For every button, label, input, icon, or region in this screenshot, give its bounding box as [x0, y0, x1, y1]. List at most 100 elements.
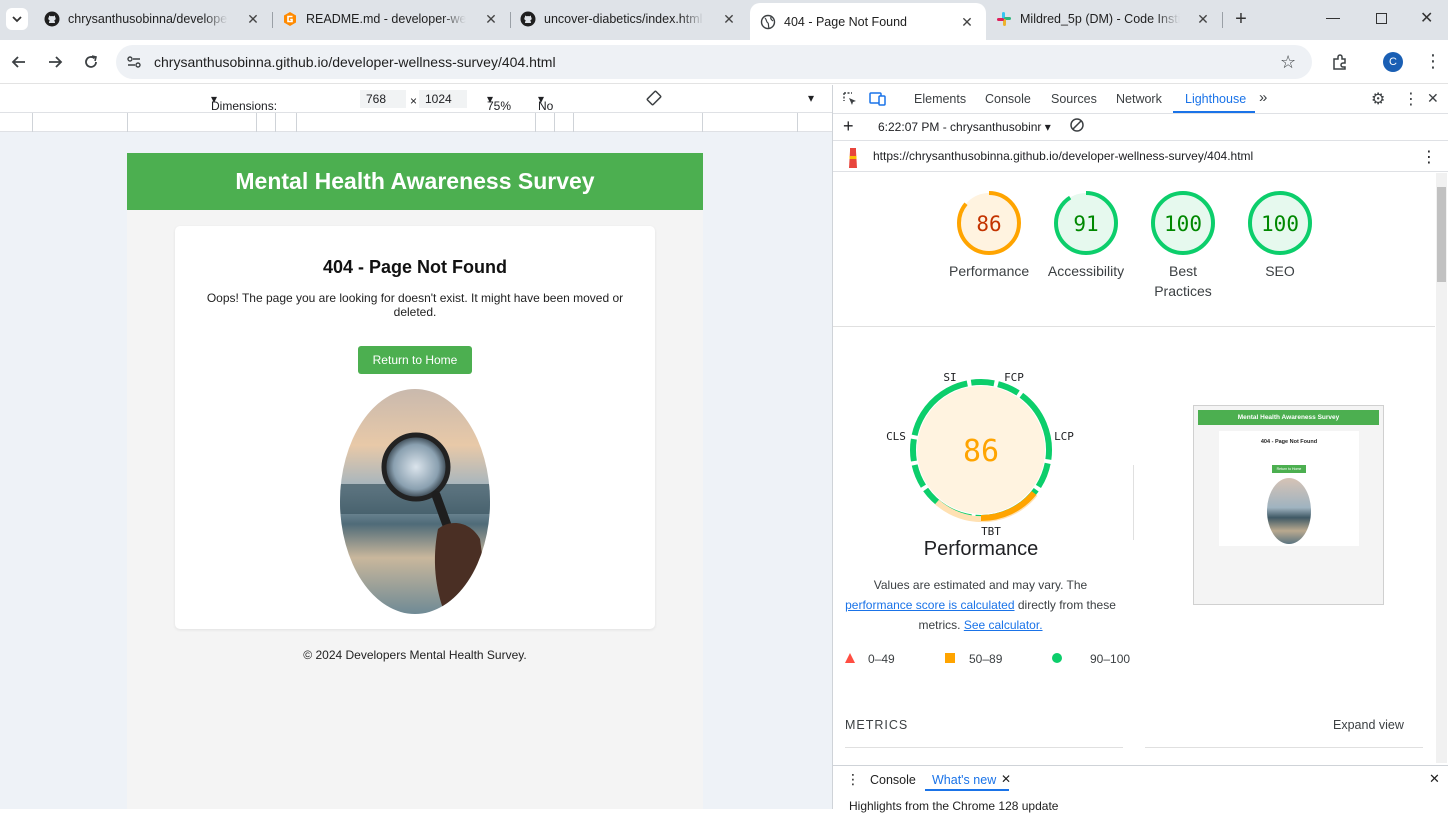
site-info-icon[interactable]	[126, 54, 142, 75]
report-scrollbar[interactable]	[1436, 173, 1447, 763]
drawer-headline: Highlights from the Chrome 128 update	[849, 799, 1059, 813]
gitpod-icon	[282, 11, 298, 27]
emulated-page: Mental Health Awareness Survey 404 - Pag…	[127, 153, 703, 809]
close-icon[interactable]: ✕	[482, 10, 500, 28]
score-value: 91	[1073, 212, 1098, 236]
tab-title: Mildred_5p (DM) - Code Institu	[1020, 12, 1180, 26]
report-time: 6:22:07 PM - chrysanthusobinr	[878, 120, 1042, 134]
tab-lighthouse[interactable]: Lighthouse	[1185, 92, 1246, 106]
globe-icon	[760, 14, 776, 30]
accessibility-gauge: 91	[1054, 191, 1118, 255]
device-height-input[interactable]: 1024	[419, 90, 467, 108]
address-url: chrysanthusobinna.github.io/developer-we…	[154, 54, 556, 70]
tab-network[interactable]: Network	[1116, 92, 1162, 106]
rotate-icon[interactable]	[645, 89, 663, 110]
devtools-menu-icon[interactable]: ⋮	[1403, 89, 1419, 109]
tab-search-button[interactable]	[6, 8, 28, 30]
clear-icon[interactable]	[1069, 117, 1085, 136]
github-icon	[44, 11, 60, 27]
throttling-dropdown[interactable]: No throttling ▾	[538, 92, 584, 127]
legend-range-pass: 90–100	[1090, 652, 1131, 666]
dimensions-dropdown[interactable]: Dimensions: iPad Mini ▾	[211, 92, 277, 127]
close-drawer-icon[interactable]: ✕	[1429, 771, 1440, 787]
close-icon[interactable]: ✕	[958, 13, 976, 31]
github-icon	[520, 11, 536, 27]
drawer-tab-console[interactable]: Console	[870, 773, 916, 787]
site-header: Mental Health Awareness Survey	[127, 153, 703, 210]
scroll-thumb[interactable]	[1437, 187, 1446, 282]
tab-404-page[interactable]: 404 - Page Not Found ✕	[750, 3, 986, 40]
zoom-dropdown[interactable]: 75% ▾	[487, 92, 511, 113]
close-icon[interactable]: ✕	[1194, 10, 1212, 28]
forward-button[interactable]	[41, 48, 69, 76]
back-button[interactable]	[5, 48, 33, 76]
avatar-initial: C	[1389, 56, 1397, 68]
tab-title: README.md - developer-wellne	[306, 12, 466, 26]
page-title: 404 - Page Not Found	[322, 257, 508, 277]
score-best-practices[interactable]: 100 Best Practices	[1143, 189, 1223, 301]
settings-gear-icon[interactable]: ⚙	[1371, 89, 1385, 109]
close-devtools-icon[interactable]: ✕	[1427, 90, 1439, 107]
cls-label: CLS	[886, 430, 906, 443]
extensions-button[interactable]	[1326, 48, 1354, 76]
new-tab-button[interactable]: +	[1230, 9, 1252, 31]
thumb-image	[1267, 478, 1311, 544]
maximize-button[interactable]	[1376, 13, 1387, 24]
score-label: SEO	[1265, 263, 1295, 279]
device-width-input[interactable]: 768	[360, 90, 406, 108]
device-toggle-icon[interactable]	[869, 91, 887, 110]
final-screenshot-thumbnail[interactable]: Mental Health Awareness Survey 404 - Pag…	[1193, 405, 1384, 605]
chrome-menu-icon[interactable]: ⋮	[1424, 52, 1442, 70]
score-label: Performance	[949, 263, 1030, 279]
close-icon[interactable]: ✕	[1001, 772, 1011, 786]
tab-slack-dm[interactable]: Mildred_5p (DM) - Code Institu ✕	[988, 0, 1222, 38]
performance-gauge: 86	[957, 191, 1021, 255]
performance-title: Performance	[923, 538, 1039, 560]
tab-console[interactable]: Console	[985, 92, 1031, 106]
magnifier-image	[340, 389, 490, 614]
report-menu-icon[interactable]: ⋮	[1421, 147, 1437, 167]
reload-button[interactable]	[77, 48, 105, 76]
expand-view-toggle[interactable]: Expand view	[1333, 718, 1404, 732]
new-report-icon[interactable]: +	[843, 116, 854, 137]
address-bar[interactable]: chrysanthusobinna.github.io/developer-we…	[116, 45, 1312, 79]
tab-github-developer[interactable]: chrysanthusobinna/developer-w ✕	[36, 0, 272, 38]
score-accessibility[interactable]: 91 Accessibility	[1046, 189, 1126, 281]
seo-gauge: 100	[1248, 191, 1312, 255]
device-viewport: Mental Health Awareness Survey 404 - Pag…	[0, 132, 832, 809]
report-selector[interactable]: 6:22:07 PM - chrysanthusobinr ▾	[878, 120, 1051, 134]
tab-uncover-diabetics[interactable]: uncover-diabetics/index.html at ✕	[512, 0, 748, 38]
tab-strip: chrysanthusobinna/developer-w ✕ README.m…	[0, 0, 1448, 40]
legend-range-average: 50–89	[969, 652, 1003, 666]
close-window-button[interactable]: ✕	[1420, 8, 1433, 28]
tab-sources[interactable]: Sources	[1051, 92, 1097, 106]
close-icon[interactable]: ✕	[244, 10, 262, 28]
see-calculator-link[interactable]: See calculator.	[964, 618, 1043, 632]
avatar[interactable]: C	[1383, 52, 1403, 72]
inspect-element-icon[interactable]	[842, 91, 858, 110]
tab-elements[interactable]: Elements	[914, 92, 966, 106]
return-home-button[interactable]: Return to Home	[358, 346, 472, 374]
lcp-label: LCP	[1054, 430, 1074, 443]
device-more-dropdown[interactable]: ▾	[808, 91, 814, 105]
drawer-tab-whats-new[interactable]: What's new	[932, 773, 996, 787]
fail-triangle-icon	[845, 653, 855, 663]
minimize-button[interactable]	[1326, 18, 1340, 19]
tab-readme[interactable]: README.md - developer-wellne ✕	[274, 0, 510, 38]
score-value: 100	[1261, 212, 1299, 236]
vertical-divider	[1133, 465, 1134, 540]
bookmark-star-icon[interactable]: ☆	[1280, 52, 1296, 73]
fcp-label: FCP	[1004, 371, 1024, 384]
perf-gauge-value: 86	[963, 434, 999, 469]
close-icon[interactable]: ✕	[720, 10, 738, 28]
metrics-divider	[845, 747, 1123, 748]
pass-circle-icon	[1052, 653, 1062, 663]
score-performance[interactable]: 86 Performance	[949, 189, 1029, 281]
more-tabs-icon[interactable]: »	[1259, 89, 1267, 106]
score-value: 100	[1164, 212, 1202, 236]
score-seo[interactable]: 100 SEO	[1240, 189, 1320, 281]
site-footer: © 2024 Developers Mental Health Survey.	[303, 648, 527, 662]
section-divider	[833, 326, 1435, 327]
score-calculated-link[interactable]: performance score is calculated	[845, 598, 1014, 612]
drawer-menu-icon[interactable]: ⋮	[846, 771, 860, 788]
